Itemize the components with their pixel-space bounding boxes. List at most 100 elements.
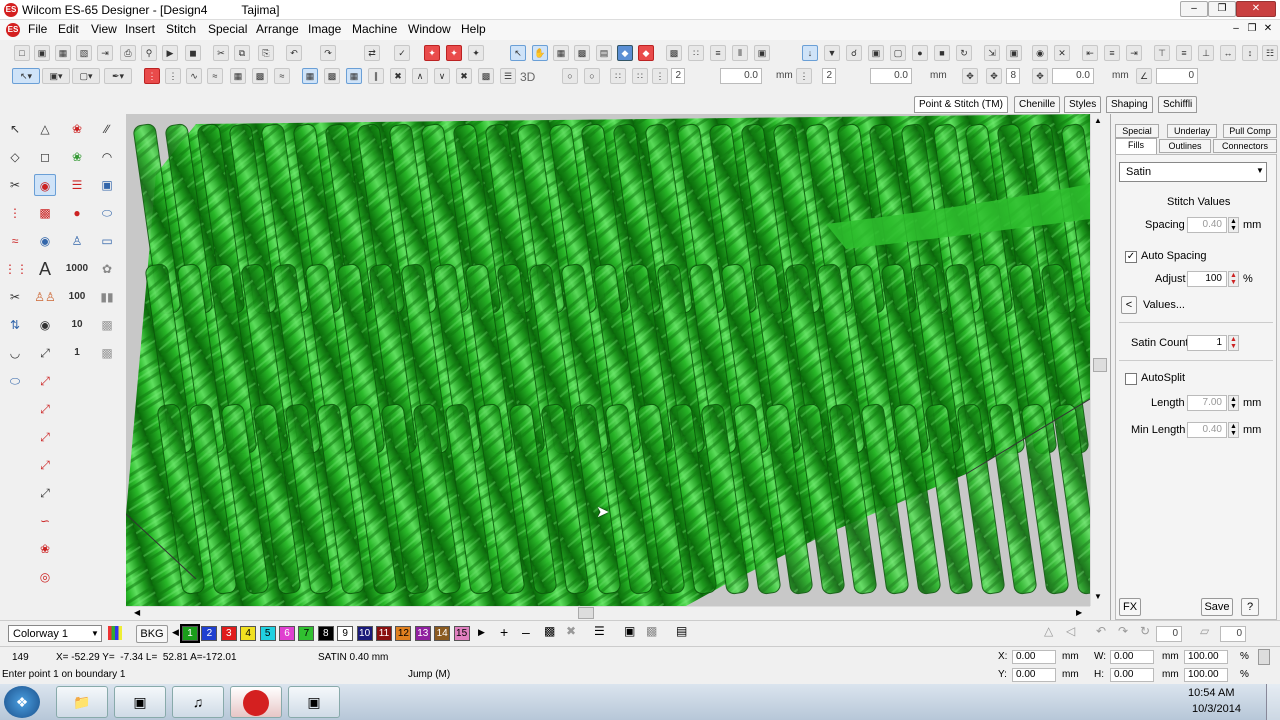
stitch-10-button[interactable]: 10 <box>66 314 88 336</box>
trapunto-icon[interactable]: ▩ <box>478 68 494 84</box>
spacing-input[interactable]: 0.40 <box>1187 217 1227 233</box>
menu-edit[interactable]: Edit <box>58 22 79 36</box>
column-a-icon[interactable]: ☰ <box>66 174 88 196</box>
tab-chenille[interactable]: Chenille <box>1014 96 1061 113</box>
menu-arrange[interactable]: Arrange <box>256 22 299 36</box>
complex-fill-icon[interactable]: ▩ <box>34 202 56 224</box>
reshape-icon[interactable]: ✋ <box>532 45 548 61</box>
color-swatch-6[interactable]: 6 <box>279 626 295 641</box>
color-swatch-8[interactable]: 8 <box>317 626 334 641</box>
h-percent-input[interactable]: 100.00 <box>1184 668 1228 682</box>
redo-icon[interactable]: ↷ <box>320 45 336 61</box>
connect-tool-icon[interactable]: ⤢ <box>34 342 56 364</box>
camera-taskbar-icon[interactable]: ▣ <box>288 686 340 718</box>
satin-tool-icon[interactable]: ✦ <box>446 45 462 61</box>
flower-icon-1[interactable]: ❀ <box>66 118 88 140</box>
stitch-player-icon[interactable]: ⇄ <box>364 45 380 61</box>
tab-special[interactable]: Special <box>1115 124 1159 138</box>
color-swatch-12[interactable]: 12 <box>395 626 412 641</box>
picture-icon[interactable]: ▣ <box>754 45 770 61</box>
color-swatch-5[interactable]: 5 <box>259 626 276 641</box>
square-icon[interactable]: ■ <box>934 45 950 61</box>
mdi-close-icon[interactable]: ✕ <box>1260 22 1276 36</box>
machine-icon[interactable]: ◼ <box>185 45 201 61</box>
min-length-input[interactable]: 0.40 <box>1187 422 1227 438</box>
columns-input[interactable]: 2 <box>822 68 836 84</box>
contour-fill-icon[interactable]: ∥ <box>368 68 384 84</box>
colorway-editor-icon[interactable] <box>108 626 122 640</box>
menu-special[interactable]: Special <box>208 22 247 36</box>
vertical-scrollbar[interactable]: ▲ ▼ <box>1090 114 1108 606</box>
group-icon[interactable]: ▣ <box>1006 45 1022 61</box>
rotate-right-icon[interactable]: ↷ <box>1118 624 1128 638</box>
skew-angle-input[interactable]: 0 <box>1220 626 1246 642</box>
paint-taskbar-icon[interactable]: ▣ <box>114 686 166 718</box>
3d-label[interactable]: 3D <box>520 70 535 84</box>
menu-image[interactable]: Image <box>308 22 341 36</box>
arc-tool-icon[interactable]: ◠ <box>96 146 118 168</box>
align-bottom-icon[interactable]: ⊥ <box>1198 45 1214 61</box>
angle-input[interactable]: 0 <box>1156 68 1198 84</box>
maximize-button[interactable]: ❐ <box>1208 1 1236 17</box>
hoop-oval-icon[interactable]: ⬭ <box>4 370 26 392</box>
colorway-select[interactable]: Colorway 1 ▼ <box>8 625 102 642</box>
minimize-button[interactable]: – <box>1180 1 1208 17</box>
vertical-scroll-thumb[interactable] <box>1093 358 1107 372</box>
mdi-minimize-icon[interactable]: – <box>1228 22 1244 36</box>
knife-tool-icon[interactable]: ✂ <box>4 174 26 196</box>
app-icon[interactable]: ES <box>4 3 18 17</box>
rectangle-tool-icon[interactable]: ▭ <box>96 230 118 252</box>
color-icon[interactable]: ◆ <box>617 45 633 61</box>
color-swatch-1[interactable]: 1 <box>180 624 200 643</box>
h-input[interactable]: 0.00 <box>1110 668 1154 682</box>
color-swatch-7[interactable]: 7 <box>298 626 315 641</box>
color-text-icon[interactable]: ▤ <box>676 624 687 638</box>
color-film-icon[interactable]: ▣ <box>624 624 635 638</box>
color-swatch-15[interactable]: 15 <box>453 626 470 641</box>
copy-icon[interactable]: ⧉ <box>234 45 250 61</box>
adjust-input[interactable]: 100 <box>1187 271 1227 287</box>
check-icon[interactable]: ✓ <box>394 45 410 61</box>
horizontal-scrollbar[interactable]: ◀ ▶ <box>126 606 1090 620</box>
rotate-angle-input[interactable]: 0 <box>1156 626 1182 642</box>
color-list-icon[interactable]: ☰ <box>594 624 605 638</box>
view-icon[interactable]: ▩ <box>666 45 682 61</box>
colorway-arrow-icon[interactable]: ▼ <box>91 629 99 638</box>
menu-insert[interactable]: Insert <box>125 22 155 36</box>
effect-icon-2[interactable]: ○ <box>584 68 600 84</box>
background-button[interactable]: BKG <box>136 625 168 643</box>
select-tool-icon[interactable]: ↖ <box>4 118 26 140</box>
color-wand-icon[interactable]: ✖ <box>566 624 576 638</box>
distribute-icon[interactable]: ⫴ <box>732 45 748 61</box>
team-names-icon[interactable]: ♙♙ <box>34 286 56 308</box>
curve-line-icon[interactable]: ∽ <box>34 510 56 532</box>
backdrop-icon[interactable]: ▩ <box>96 314 118 336</box>
media-taskbar-icon[interactable]: ♫ <box>172 686 224 718</box>
row-spacing-input[interactable]: 0.0 <box>720 68 762 84</box>
space-v-icon[interactable]: ↕ <box>1242 45 1258 61</box>
satin-count-input[interactable]: 1 <box>1187 335 1227 351</box>
array-icon-3[interactable]: ⋮ <box>652 68 668 84</box>
menu-help[interactable]: Help <box>461 22 486 36</box>
satin-input-tool-icon[interactable]: ◉ <box>34 174 56 196</box>
w-input[interactable]: 0.00 <box>1110 650 1154 664</box>
stitch-edit-icon[interactable]: ⋮ <box>4 202 26 224</box>
column-b-icon[interactable]: ▣ <box>96 174 118 196</box>
close-button[interactable]: ✕ <box>1236 1 1276 17</box>
polygon-select-icon[interactable]: ▢▾ <box>72 68 100 84</box>
skew-icon[interactable]: ▱ <box>1200 624 1209 638</box>
color-swatch-14[interactable]: 14 <box>434 626 451 641</box>
trim-icon[interactable]: ☌ <box>846 45 862 61</box>
select-arrow-icon[interactable]: ↖▾ <box>12 68 40 84</box>
stitch-1-button[interactable]: 1 <box>66 342 88 364</box>
align-left-icon[interactable]: ⇤ <box>1082 45 1098 61</box>
scissors-tool-icon[interactable]: ✂ <box>4 286 26 308</box>
hoop-tool-icon[interactable]: ◉ <box>34 230 56 252</box>
run-tool-icon[interactable]: ≈ <box>4 230 26 252</box>
start-button[interactable]: ❖ <box>4 686 40 718</box>
fill-tool-icon[interactable]: ✦ <box>424 45 440 61</box>
bottle-icon[interactable]: ▮▮ <box>96 286 118 308</box>
length-input[interactable]: 7.00 <box>1187 395 1227 411</box>
zoom-box-icon[interactable]: ▣▾ <box>42 68 70 84</box>
align-center-icon[interactable]: ≡ <box>1104 45 1120 61</box>
